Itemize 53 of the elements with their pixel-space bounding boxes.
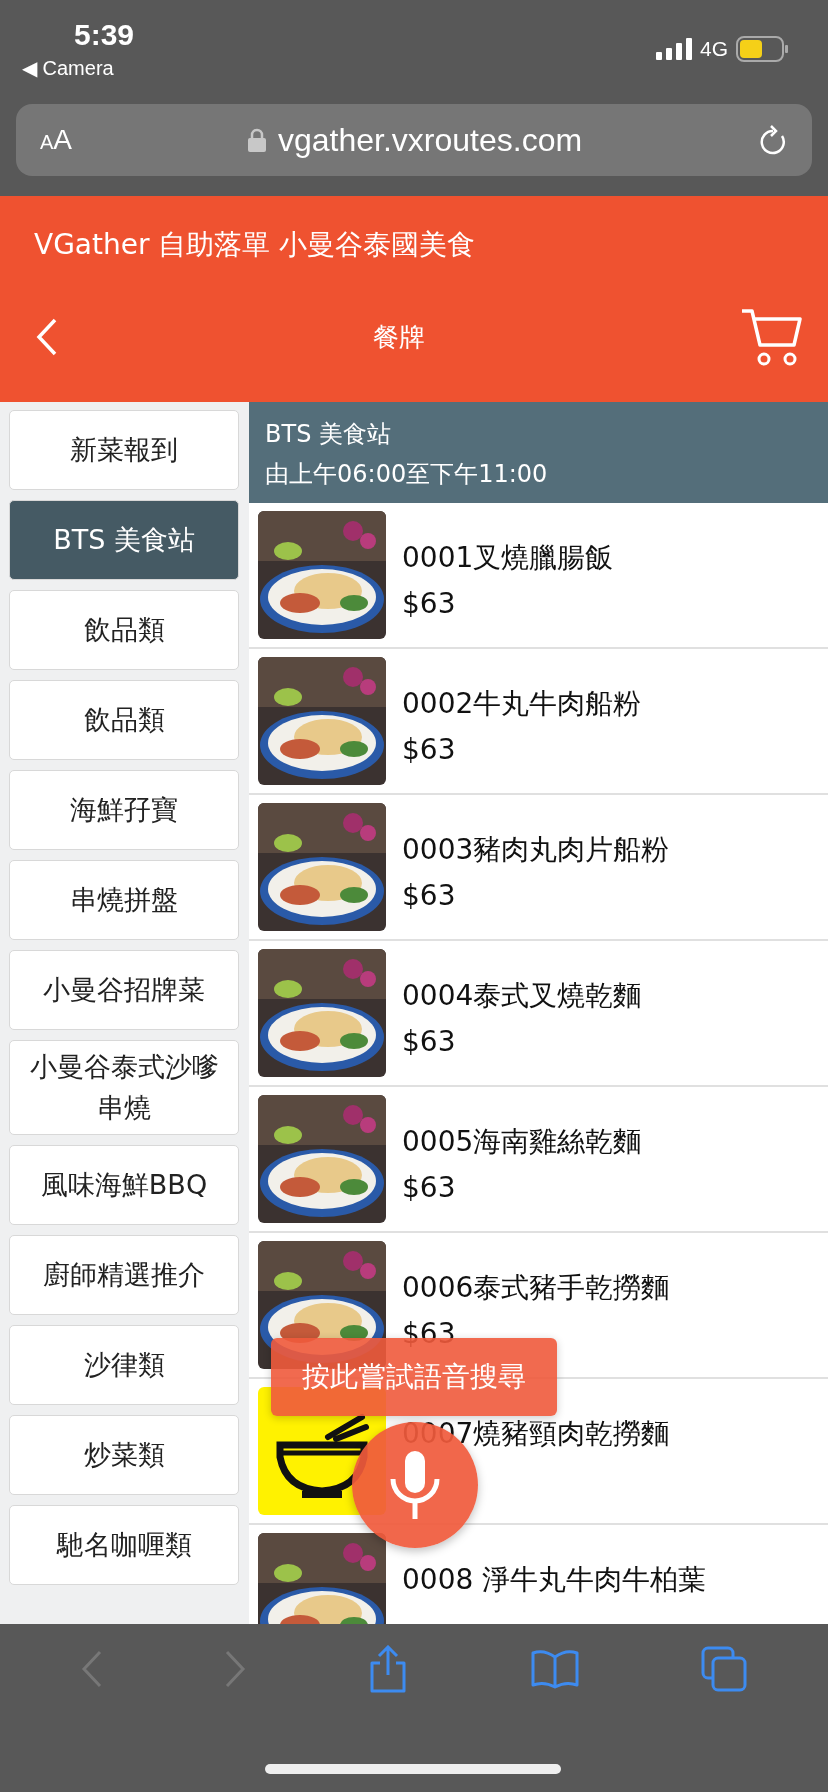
voice-search-tooltip: 按此嘗試語音搜尋 — [271, 1338, 557, 1416]
category-tab[interactable]: 炒菜類 — [9, 1415, 239, 1495]
tabs-button[interactable] — [701, 1646, 748, 1692]
store-hours: 由上午06:00至下午11:00 — [265, 459, 549, 490]
clock: 5:39 — [74, 18, 135, 52]
item-name: 0008 淨牛丸牛肉牛柏葉 — [402, 1562, 707, 1598]
back-icon[interactable] — [36, 318, 58, 356]
category-tab[interactable]: 小曼谷招牌菜 — [9, 950, 239, 1030]
microphone-icon — [389, 1449, 441, 1521]
store-name: BTS 美食站 — [265, 419, 392, 450]
menu-item[interactable]: 0004泰式叉燒乾麵 $63 — [249, 941, 828, 1087]
url-text: vgather.vxroutes.com — [277, 121, 583, 159]
text-size-button[interactable]: AA — [40, 124, 73, 156]
reload-icon[interactable] — [758, 124, 788, 156]
menu-item[interactable]: 0003豬肉丸肉片船粉 $63 — [249, 795, 828, 941]
category-tab[interactable]: 廚師精選推介 — [9, 1235, 239, 1315]
back-to-app-link[interactable]: ◀ Camera — [22, 56, 135, 80]
address-bar[interactable]: AA vgather.vxroutes.com — [16, 104, 812, 176]
category-tab[interactable]: 小曼谷泰式沙嗲串燒 — [9, 1040, 239, 1135]
page-title: 餐牌 — [373, 320, 425, 354]
back-icon[interactable] — [80, 1650, 103, 1688]
category-tab[interactable]: 飲品類 — [9, 680, 239, 760]
item-name: 0006泰式豬手乾撈麵 — [402, 1270, 670, 1306]
item-name: 0001叉燒臘腸飯 — [402, 540, 614, 576]
category-tab[interactable]: 串燒拼盤 — [9, 860, 239, 940]
menu-item[interactable]: 0001叉燒臘腸飯 $63 — [249, 503, 828, 649]
lock-icon — [247, 128, 266, 152]
item-name: 0003豬肉丸肉片船粉 — [402, 832, 670, 868]
signal-icon — [656, 38, 692, 60]
category-tab[interactable]: 飲品類 — [9, 590, 239, 670]
menu-item[interactable]: 0002牛丸牛肉船粉 $63 — [249, 649, 828, 795]
category-tab[interactable]: 海鮮孖寶 — [9, 770, 239, 850]
item-price: $63 — [402, 733, 457, 766]
category-tab[interactable]: BTS 美食站 — [9, 500, 239, 580]
menu-item[interactable]: 0005海南雞絲乾麵 $63 — [249, 1087, 828, 1233]
item-price: $63 — [402, 879, 457, 912]
app-title: VGather 自助落單 小曼谷泰國美食 — [33, 227, 477, 263]
battery-icon — [736, 36, 788, 62]
category-tab[interactable]: 風味海鮮BBQ — [9, 1145, 239, 1225]
share-button[interactable] — [368, 1645, 408, 1693]
item-name: 0002牛丸牛肉船粉 — [402, 686, 642, 722]
item-price: $63 — [402, 1025, 457, 1058]
item-name: 0005海南雞絲乾麵 — [402, 1124, 642, 1160]
category-tab[interactable]: 沙律類 — [9, 1325, 239, 1405]
category-tab[interactable]: 馳名咖喱類 — [9, 1505, 239, 1585]
category-tab[interactable]: 新菜報到 — [9, 410, 239, 490]
item-name: 0004泰式叉燒乾麵 — [402, 978, 642, 1014]
item-price: $63 — [402, 587, 457, 620]
forward-icon[interactable] — [224, 1650, 247, 1688]
cart-icon[interactable] — [740, 307, 802, 367]
bookmarks-button[interactable] — [529, 1649, 580, 1689]
item-price: $63 — [402, 1171, 457, 1204]
network-label: 4G — [700, 37, 728, 61]
